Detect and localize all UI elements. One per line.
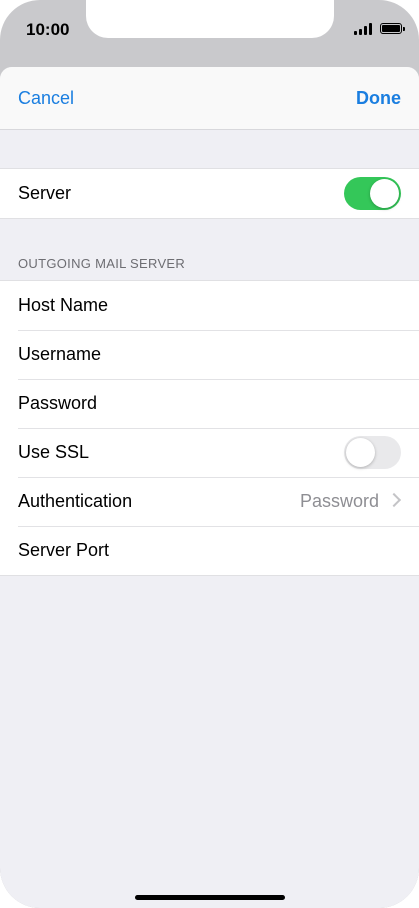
use-ssl-label: Use SSL [18, 442, 90, 462]
settings-sheet: Cancel Done Server OUTGOING MAIL SERVER … [0, 67, 419, 908]
use-ssl-toggle[interactable] [344, 436, 401, 469]
toggle-knob [370, 179, 399, 208]
done-button[interactable]: Done [356, 88, 401, 109]
server-group: Server [0, 168, 419, 219]
home-indicator[interactable] [135, 895, 285, 900]
password-label: Password [18, 393, 98, 413]
server-port-label: Server Port [18, 540, 110, 560]
status-time: 10:00 [26, 20, 70, 39]
authentication-row[interactable]: Authentication Password [0, 477, 419, 526]
navigation-bar: Cancel Done [0, 67, 419, 130]
username-row[interactable]: Username [0, 330, 419, 379]
authentication-value: Password [299, 491, 379, 511]
cellular-signal-icon [354, 23, 374, 35]
username-label: Username [18, 344, 102, 364]
toggle-knob [346, 438, 375, 467]
server-row[interactable]: Server [0, 169, 419, 218]
host-name-label: Host Name [18, 295, 109, 315]
phone-screen: 10:00 Cancel Done Server OUTGOING MAIL S… [0, 0, 419, 908]
status-bar: 10:00 [0, 0, 419, 62]
server-label: Server [18, 183, 72, 203]
device-notch [86, 0, 334, 38]
server-port-row[interactable]: Server Port [0, 526, 419, 575]
use-ssl-row[interactable]: Use SSL [0, 428, 419, 477]
cancel-button[interactable]: Cancel [18, 88, 74, 109]
host-name-row[interactable]: Host Name [0, 281, 419, 330]
outgoing-section-header: OUTGOING MAIL SERVER [18, 256, 186, 271]
authentication-label: Authentication [18, 491, 133, 511]
outgoing-server-group: Host Name Username Password Use SSL Auth… [0, 280, 419, 576]
chevron-right-icon [386, 492, 402, 508]
battery-icon [380, 23, 405, 34]
server-toggle[interactable] [344, 177, 401, 210]
password-row[interactable]: Password [0, 379, 419, 428]
